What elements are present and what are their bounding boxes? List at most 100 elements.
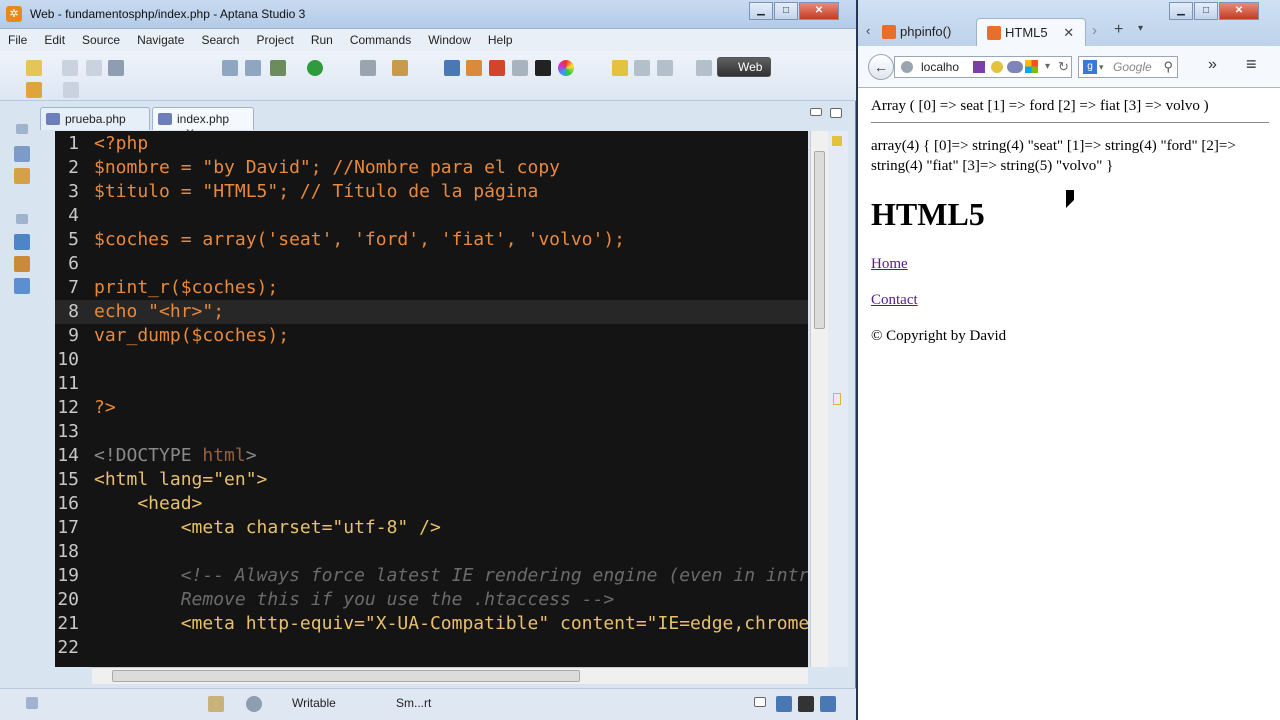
reload-icon[interactable]: ↻ <box>1058 57 1069 77</box>
show-whitespace-icon[interactable] <box>657 60 673 76</box>
maximize-editor-icon[interactable] <box>830 108 842 118</box>
highlight-icon[interactable] <box>612 60 628 76</box>
close-tab-icon[interactable]: ✕ <box>1063 25 1074 40</box>
project-explorer-view-icon[interactable] <box>14 168 30 184</box>
url-dropdown-icon[interactable]: ▾ <box>1045 57 1050 77</box>
browser-minimize-button[interactable]: ▁ <box>1169 2 1193 20</box>
code-editor[interactable]: 1 <?php 2 $nombre = "by David"; //Nombre pa… <box>55 131 808 667</box>
code-line[interactable]: 10 <box>55 348 808 372</box>
color-picker-icon[interactable] <box>558 60 574 76</box>
bookmarks-view-icon[interactable] <box>14 278 30 294</box>
print-icon[interactable] <box>108 60 124 76</box>
commands-icon[interactable] <box>392 60 408 76</box>
save-icon[interactable] <box>62 60 78 76</box>
tab-index-php[interactable]: index.php ✕ <box>152 107 254 140</box>
code-line[interactable]: 1 <?php <box>55 132 808 156</box>
clipboard-icon[interactable] <box>208 696 224 712</box>
url-bar[interactable]: localho ▾ ↻ <box>894 56 1072 78</box>
block-selection-icon[interactable] <box>634 60 650 76</box>
restore-bottom-icon[interactable] <box>16 214 28 224</box>
debug-icon[interactable] <box>270 60 286 76</box>
minimize-editor-icon[interactable] <box>810 108 822 116</box>
terminal-view-icon[interactable] <box>798 696 814 712</box>
windows-logo-icon[interactable] <box>1025 60 1038 73</box>
fast-view-icon[interactable] <box>26 697 38 709</box>
list-tabs-icon[interactable]: ▾ <box>1138 23 1143 34</box>
web-perspective-button[interactable]: Web <box>717 57 771 77</box>
lock-icon[interactable] <box>991 61 1003 73</box>
browser-close-button[interactable]: ✕ <box>1219 2 1259 20</box>
tabs-scroll-right-icon[interactable]: › <box>1092 22 1097 39</box>
warning-marker-icon[interactable] <box>832 136 842 146</box>
menu-window[interactable]: Window <box>428 33 471 47</box>
google-search-engine-icon[interactable]: g <box>1083 60 1097 74</box>
project-explorer-icon[interactable] <box>444 60 460 76</box>
new-file-icon[interactable] <box>26 60 42 76</box>
browser-maximize-button[interactable]: □ <box>1194 2 1218 20</box>
code-line[interactable]: 16 <head> <box>55 492 808 516</box>
code-line[interactable]: 8 echo "<hr>"; <box>55 300 808 324</box>
menu-project[interactable]: Project <box>256 33 293 47</box>
browser-tab-phpinfo[interactable]: phpinfo() <box>872 18 972 46</box>
code-line[interactable]: 21 <meta http-equiv="X-UA-Compatible" co… <box>55 612 808 636</box>
terminal-icon[interactable] <box>535 60 551 76</box>
code-line[interactable]: 3 $titulo = "HTML5"; // Título de la pági… <box>55 180 808 204</box>
editor-vertical-scrollbar[interactable] <box>810 131 828 667</box>
menu-navigate[interactable]: Navigate <box>137 33 184 47</box>
code-line[interactable]: 2 $nombre = "by David"; //Nombre para el … <box>55 156 808 180</box>
menu-run[interactable]: Run <box>311 33 333 47</box>
open-perspective-icon[interactable] <box>696 60 712 76</box>
console-icon[interactable] <box>512 60 528 76</box>
code-line[interactable]: 19 <!-- Always force latest IE rendering… <box>55 564 808 588</box>
code-line[interactable]: 22 <box>55 636 808 660</box>
forward-arrow-icon[interactable] <box>63 82 79 98</box>
scrollbar-thumb[interactable] <box>112 670 580 682</box>
site-identity-icon[interactable] <box>901 61 913 73</box>
home-link[interactable]: Home <box>871 256 908 272</box>
code-line[interactable]: 13 <box>55 420 808 444</box>
problems-view-icon[interactable] <box>14 256 30 272</box>
code-line[interactable]: 4 <box>55 204 808 228</box>
browser-tab-html5[interactable]: HTML5 ✕ <box>976 18 1086 46</box>
outline-view-icon[interactable] <box>14 234 30 250</box>
minimize-button[interactable]: ▁ <box>749 2 773 20</box>
code-line[interactable]: 20 Remove this if you use the .htaccess … <box>55 588 808 612</box>
code-line[interactable]: 14 <!DOCTYPE html> <box>55 444 808 468</box>
console-view-icon[interactable] <box>776 696 792 712</box>
code-line[interactable]: 5 $coches = array('seat', 'ford', 'fiat',… <box>55 228 808 252</box>
search-icon[interactable]: ⚲ <box>1163 57 1173 77</box>
restore-icon[interactable] <box>16 124 28 134</box>
deploy-icon[interactable] <box>222 60 238 76</box>
home-icon[interactable] <box>489 60 505 76</box>
scrollbar-thumb[interactable] <box>814 151 825 329</box>
app-explorer-icon[interactable] <box>14 146 30 162</box>
overflow-chevron-icon[interactable]: » <box>1208 56 1217 74</box>
external-tools-icon[interactable] <box>360 60 376 76</box>
addon-icon[interactable] <box>973 61 985 73</box>
maximize-button[interactable]: □ <box>774 2 798 20</box>
code-line[interactable]: 6 <box>55 252 808 276</box>
save-all-icon[interactable] <box>86 60 102 76</box>
tab-prueba-php[interactable]: prueba.php <box>40 107 150 130</box>
problems-status-icon[interactable] <box>820 696 836 712</box>
menu-search[interactable]: Search <box>201 33 239 47</box>
code-line[interactable]: 7 print_r($coches); <box>55 276 808 300</box>
php-addon-icon[interactable] <box>1007 61 1023 73</box>
back-button-icon[interactable]: ← <box>868 54 894 80</box>
editor-horizontal-scrollbar[interactable] <box>92 667 808 684</box>
code-line[interactable]: 15 <html lang="en"> <box>55 468 808 492</box>
menu-file[interactable]: File <box>8 33 27 47</box>
search-engine-dropdown-icon[interactable]: ▾ <box>1099 57 1104 77</box>
menu-source[interactable]: Source <box>82 33 120 47</box>
outline-icon[interactable] <box>466 60 482 76</box>
new-tab-icon[interactable]: + <box>1114 21 1123 39</box>
close-button[interactable]: ✕ <box>799 2 839 20</box>
back-arrow-icon[interactable] <box>26 82 42 98</box>
code-line[interactable]: 11 <box>55 372 808 396</box>
menu-help[interactable]: Help <box>488 33 513 47</box>
menu-edit[interactable]: Edit <box>44 33 65 47</box>
contact-link[interactable]: Contact <box>871 292 918 308</box>
restore-view-icon[interactable] <box>754 697 766 707</box>
settings-gear-icon[interactable] <box>246 696 262 712</box>
code-line[interactable]: 12 ?> <box>55 396 808 420</box>
